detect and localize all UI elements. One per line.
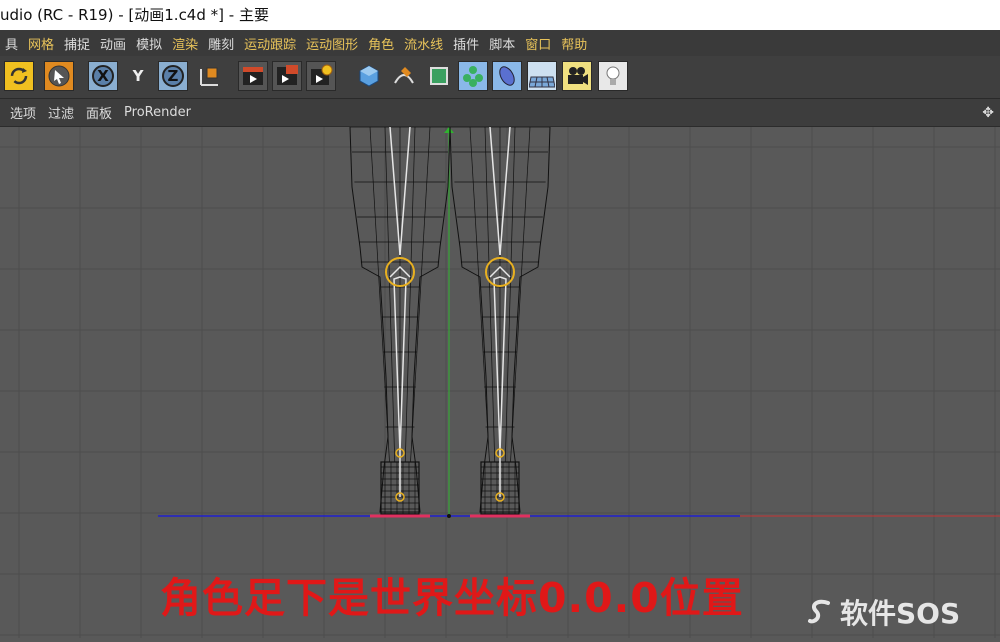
viewport-canvas[interactable] (0, 126, 1000, 638)
right-leg (349, 126, 451, 518)
viewport-navigation-icon[interactable]: ✥ (982, 105, 994, 121)
camera-icon[interactable] (562, 61, 592, 91)
select-arrow-icon[interactable] (44, 61, 74, 91)
watermark: 软件SOS (806, 592, 960, 632)
viewport-menubar: 选项 过滤 面板 ProRender (0, 99, 1000, 127)
menu-item[interactable]: 动画 (95, 34, 131, 53)
menu-item[interactable]: 渲染 (167, 34, 203, 53)
coordinate-system-icon[interactable] (194, 61, 224, 91)
render-view-icon[interactable] (238, 61, 268, 91)
menu-item[interactable]: 运动跟踪 (239, 34, 301, 53)
y-axis-icon[interactable]: Y (123, 61, 153, 91)
watermark-logo-icon (808, 599, 830, 624)
character-legs (349, 126, 551, 518)
viewport-menu-item[interactable]: 选项 (0, 103, 42, 122)
deformer-icon[interactable] (492, 61, 522, 91)
left-leg (449, 126, 551, 518)
menu-item[interactable]: 插件 (448, 34, 484, 53)
viewport-menu-item[interactable]: 面板 (80, 103, 118, 122)
array-icon[interactable] (458, 61, 488, 91)
x-axis-label: X (97, 67, 109, 85)
render-settings-icon[interactable] (306, 61, 336, 91)
watermark-text: 软件SOS (840, 597, 961, 630)
viewport-menu-item[interactable]: 过滤 (42, 103, 80, 122)
window-titlebar: udio (RC - R19) - [动画1.c4d *] - 主要 (0, 0, 1000, 30)
viewport-menu-item[interactable]: ProRender (118, 105, 197, 120)
y-axis-label: Y (132, 67, 144, 85)
x-axis-icon[interactable]: X (88, 61, 118, 91)
menu-item[interactable]: 角色 (363, 34, 399, 53)
viewport[interactable] (0, 126, 1000, 638)
light-icon[interactable] (598, 61, 628, 91)
main-menubar: 具网格 捕捉 动画 模拟 渲染 雕刻 运动跟踪 运动图形 角色 流水线 插件 脚本 窗口 帮助 (0, 30, 1000, 56)
cube-icon[interactable] (354, 61, 384, 91)
menu-item[interactable]: 模拟 (131, 34, 167, 53)
subdivision-icon[interactable] (424, 61, 454, 91)
caption-text: 角色足下是世界坐标0.0.0位置 (160, 574, 744, 622)
pen-spline-icon[interactable] (389, 61, 419, 91)
menu-item[interactable]: 具 (0, 34, 23, 53)
z-axis-label: Z (167, 67, 179, 85)
menu-item[interactable]: 流水线 (399, 34, 448, 53)
menu-item[interactable]: 网格 (23, 34, 59, 53)
z-axis-icon[interactable]: Z (158, 61, 188, 91)
menu-item[interactable]: 捕捉 (59, 34, 95, 53)
window-title: udio (RC - R19) - [动画1.c4d *] - 主要 (0, 6, 269, 24)
menu-item[interactable]: 雕刻 (203, 34, 239, 53)
floor-icon[interactable] (527, 61, 557, 91)
menu-item[interactable]: 脚本 (484, 34, 520, 53)
rotate-icon[interactable] (4, 61, 34, 91)
menu-item[interactable]: 帮助 (556, 34, 592, 53)
world-origin-point (447, 514, 451, 518)
menu-item[interactable]: 窗口 (520, 34, 556, 53)
render-picture-viewer-icon[interactable] (272, 61, 302, 91)
menu-item[interactable]: 运动图形 (301, 34, 363, 53)
